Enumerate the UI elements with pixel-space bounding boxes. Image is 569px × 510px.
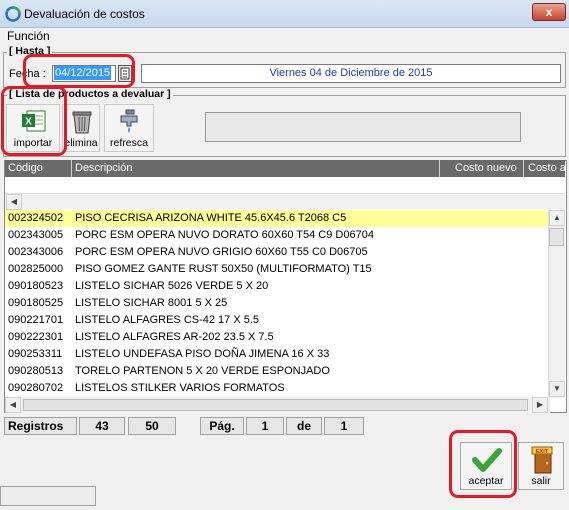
elimina-button[interactable]: elimina [62,104,100,152]
scroll-up-icon[interactable]: ▲ [549,210,565,226]
highlight-importar [1,86,67,156]
salir-button[interactable]: EXIT salir [518,442,564,490]
cell-descripcion: PISO GOMEZ GANTE RUST 50X50 (MULTIFORMAT… [75,263,372,275]
cell-codigo: 090280702 [8,382,64,394]
de-label: de [286,417,322,435]
grid-filter-row[interactable] [5,177,565,193]
highlight-fecha [23,54,135,88]
exit-door-icon: EXIT [531,446,553,474]
column-divider [439,160,440,177]
table-row[interactable]: 090180525 LISTELO SICHAR 8001 5 X 25 [5,295,548,312]
table-row[interactable]: 090222301 LISTELO ALFAGRES AR-202 23.5 X … [5,329,548,346]
cell-descripcion: LISTELO ALFAGRES CS-42 17 X 5.5 [75,314,260,326]
cell-codigo: 090222301 [8,331,64,343]
cell-descripcion: PORC ESM OPERA NUVO GRIGIO 60X60 T55 C0 … [75,246,368,258]
top-horizontal-scrollbar[interactable]: ◀ [5,193,565,210]
faucet-icon [120,109,138,133]
svg-text:EXIT: EXIT [536,449,549,455]
column-divider [71,160,72,177]
grid-rows: 002324502 PISO CECRISA ARIZONA WHITE 45.6… [5,210,548,398]
scroll-left-icon[interactable]: ◀ [5,397,21,413]
table-row[interactable]: 090180523 LISTELO SICHAR 5026 VERDE 5 X 2… [5,278,548,295]
pag-current: 1 [246,417,284,435]
trash-icon [72,111,92,134]
table-row[interactable]: 002825000 PISO GOMEZ GANTE RUST 50X50 (MU… [5,261,548,278]
cell-descripcion: PISO CECRISA ARIZONA WHITE 45.6X45.6 T20… [75,212,347,224]
column-header-costo-nuevo[interactable]: Costo nuevo [455,162,517,174]
pag-total: 1 [324,417,364,435]
highlight-aceptar [449,430,517,498]
fecha-long-text: Viernes 04 de Diciembre de 2015 [141,64,561,83]
grid-header: Código Descripción Costo nuevo Costo a [5,160,566,177]
cell-codigo: 090221701 [8,314,64,326]
cell-codigo: 002343006 [8,246,64,258]
cell-descripcion: LISTELO ALFAGRES AR-202 23.5 X 7.5 [75,331,274,343]
table-row[interactable]: 002343005 PORC ESM OPERA NUVO DORATO 60X6… [5,227,548,244]
elimina-label: elimina [64,137,98,149]
footer-field [0,486,96,506]
horizontal-scroll-thumb[interactable] [23,399,528,411]
info-box [205,112,521,142]
refresca-button[interactable]: refresca [104,104,154,152]
close-icon: x [545,5,553,19]
column-header-costo-actual[interactable]: Costo a [528,162,566,174]
column-header-codigo[interactable]: Código [8,162,43,174]
column-header-descripcion[interactable]: Descripción [75,162,132,174]
scroll-down-icon[interactable]: ▼ [549,381,565,397]
table-row[interactable]: 002324502 PISO CECRISA ARIZONA WHITE 45.6… [5,210,548,227]
salir-label: salir [531,475,551,487]
cell-codigo: 090253311 [8,348,63,360]
cell-codigo: 002343005 [8,229,64,241]
table-row[interactable]: 090280513 TORELO PARTENON 5 X 20 VERDE ES… [5,363,548,380]
close-button[interactable]: x [532,3,566,21]
scroll-right-icon[interactable]: ▶ [532,397,548,413]
registros-total: 50 [128,417,176,435]
cell-descripcion: LISTELOS STILKER VARIOS FORMATOS [75,382,285,394]
table-row[interactable]: 090253311 LISTELO UNDEFASA PISO DOÑA JIME… [5,346,548,363]
window-title: Devaluación de costos [24,7,145,21]
cell-codigo: 002825000 [8,263,64,275]
cell-codigo: 090280513 [8,365,64,377]
pag-label: Pág. [200,417,244,435]
cell-descripcion: TORELO PARTENON 5 X 20 VERDE ESPONJADO [75,365,330,377]
vertical-scroll-thumb[interactable] [549,228,564,246]
cell-descripcion: LISTELO SICHAR 8001 5 X 25 [75,297,228,309]
cell-codigo: 090180523 [8,280,64,292]
scroll-left-icon[interactable]: ◀ [6,194,22,210]
menu-funcion[interactable]: Función [7,29,50,43]
registros-shown: 43 [79,417,125,435]
column-divider [523,160,524,177]
table-row[interactable]: 090280702 LISTELOS STILKER VARIOS FORMATO… [5,380,548,397]
cell-codigo: 002324502 [8,212,64,224]
table-row[interactable]: 002343006 PORC ESM OPERA NUVO GRIGIO 60X6… [5,244,548,261]
cell-codigo: 090180525 [8,297,64,309]
table-row[interactable]: 090221701 LISTELO ALFAGRES CS-42 17 X 5.5 [5,312,548,329]
registros-label: Registros [4,417,77,435]
app-icon [5,6,21,22]
refresca-label: refresca [110,137,148,149]
cell-descripcion: LISTELO SICHAR 5026 VERDE 5 X 20 [75,280,269,292]
cell-descripcion: PORC ESM OPERA NUVO DORATO 60X60 T54 C9 … [75,229,374,241]
menu-bar [0,28,569,45]
cell-descripcion: LISTELO UNDEFASA PISO DOÑA JIMENA 16 X 3… [75,348,330,360]
